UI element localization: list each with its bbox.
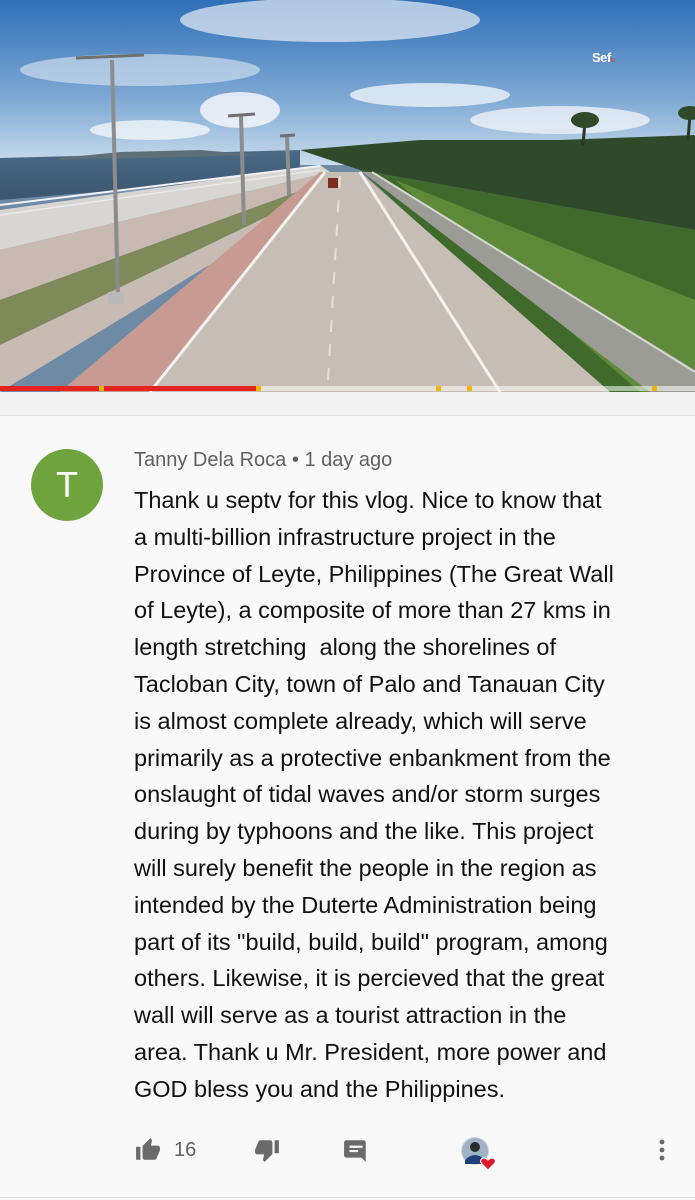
comment-actions: 16	[0, 1130, 695, 1172]
chapter-marker	[467, 386, 472, 391]
chapter-marker	[436, 386, 441, 391]
watermark-text: Sef	[592, 50, 611, 65]
comment-text-line: GOD bless you and the Philippines.	[134, 1075, 505, 1102]
comment-text-line: Thank u septv for this vlog. Nice to kno…	[134, 487, 602, 513]
thumbs-down-icon	[255, 1140, 279, 1162]
chapter-marker	[99, 386, 104, 391]
video-player[interactable]: Seftv	[0, 0, 695, 392]
comment-text-line: Province of Leyte, Philippines (The Grea…	[134, 560, 614, 587]
comment-text-line: Tacloban City, town of Palo and Tanauan …	[134, 670, 605, 697]
like-button[interactable]: 16	[134, 1130, 196, 1170]
chapter-marker	[256, 386, 261, 391]
more-vert-icon	[659, 1139, 665, 1161]
channel-watermark: Seftv	[592, 50, 616, 65]
creator-heart-icon	[461, 1137, 497, 1171]
creator-heart	[460, 1136, 500, 1172]
comment-icon	[344, 1140, 366, 1162]
more-options-button[interactable]	[652, 1130, 672, 1170]
watermark-sub-text: tv	[610, 57, 616, 64]
reply-button[interactable]	[343, 1130, 369, 1170]
comment-text-line: others. Likewise, it is percieved that t…	[134, 965, 605, 992]
commenter-avatar[interactable]: T	[31, 449, 103, 521]
comment-text-line: length stretching along the shorelines o…	[134, 634, 556, 661]
comment-text-line: will surely benefit the people in the re…	[134, 854, 597, 881]
comment-text-line: primarily as a protective enbankment fro…	[134, 744, 611, 771]
comment-text-line: during by typhoons and the like. This pr…	[134, 818, 594, 845]
avatar-letter: T	[56, 464, 78, 505]
thumbs-up-icon	[136, 1138, 160, 1160]
meta-separator: •	[291, 449, 299, 471]
comment-text-line: wall will serve as a tourist attraction …	[134, 1002, 567, 1029]
comment-text-line: part of its "build, build, build" progra…	[134, 928, 608, 955]
comment-text-line: area. Thank u Mr. President, more power …	[134, 1038, 607, 1065]
comment-text-line: intended by the Duterte Administration b…	[134, 891, 597, 918]
comment-text-line: a multi-billion infrastructure project i…	[134, 523, 556, 550]
progress-played	[0, 386, 258, 391]
comment-text-line: of Leyte), a composite of more than 27 k…	[134, 597, 611, 624]
comment-meta: Tanny Dela Roca • 1 day ago	[134, 449, 392, 472]
comment-time: 1 day ago	[304, 449, 393, 471]
divider-line	[0, 415, 695, 416]
section-divider	[0, 392, 695, 416]
comment-text-line: is almost complete already, which will s…	[134, 707, 587, 734]
chapter-marker	[652, 386, 657, 391]
dislike-button[interactable]	[253, 1130, 281, 1170]
comment-body: Thank u septv for this vlog. Nice to kno…	[134, 482, 674, 1108]
bottom-divider	[0, 1197, 695, 1198]
video-frame	[0, 0, 695, 392]
video-progress-bar[interactable]	[0, 386, 695, 391]
like-count: 16	[174, 1138, 197, 1161]
comment-text-line: onslaught of tidal waves and/or storm su…	[134, 781, 601, 808]
comment-author[interactable]: Tanny Dela Roca	[134, 449, 286, 471]
